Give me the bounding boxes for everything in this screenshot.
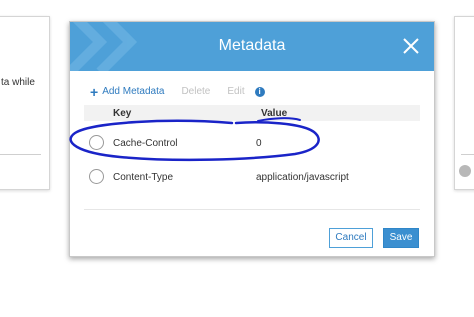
background-card-left: ta while <box>0 16 50 190</box>
modal-title: Metadata <box>218 37 286 54</box>
value-column-header: Value <box>261 108 288 119</box>
table-header: Key Value <box>84 105 420 121</box>
metadata-modal: Metadata + Add Metadata Delete Edit i Ke… <box>69 21 435 257</box>
key-column-header: Key <box>113 108 132 119</box>
add-metadata-button[interactable]: + Add Metadata <box>90 83 165 100</box>
background-radio <box>459 165 471 177</box>
modal-header: Metadata <box>70 22 434 71</box>
save-button[interactable]: Save <box>383 228 419 248</box>
background-card-right <box>454 16 474 190</box>
row-value: application/javascript <box>256 172 349 183</box>
table-row[interactable]: Content-Type application/javascript <box>84 163 420 193</box>
delete-button[interactable]: Delete <box>181 86 210 97</box>
background-card-text: ta while <box>1 77 35 88</box>
table-row[interactable]: Cache-Control 0 <box>84 129 420 159</box>
close-icon[interactable] <box>402 37 420 55</box>
footer-divider <box>84 209 420 210</box>
row-key: Content-Type <box>113 172 174 183</box>
metadata-toolbar: + Add Metadata Delete Edit i <box>90 83 265 100</box>
row-key: Cache-Control <box>113 138 178 149</box>
row-value: 0 <box>256 138 262 149</box>
background-card-divider <box>0 154 41 155</box>
background-card-divider <box>461 154 474 155</box>
plus-icon: + <box>90 83 99 100</box>
row-select-radio[interactable] <box>89 169 104 184</box>
edit-button[interactable]: Edit <box>227 86 244 97</box>
row-select-radio[interactable] <box>89 135 104 150</box>
add-metadata-label: Add Metadata <box>102 86 165 97</box>
info-icon[interactable]: i <box>254 86 265 97</box>
cancel-button[interactable]: Cancel <box>329 228 373 248</box>
screen: ta while Metadata + Add Metadata Delete … <box>0 0 474 317</box>
